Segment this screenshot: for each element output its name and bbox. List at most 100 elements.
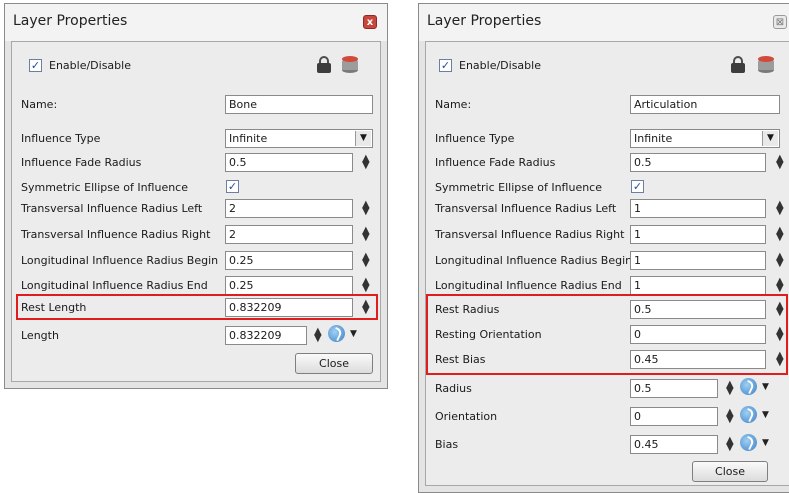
- rest-length-row: Rest Length 0.832209 ▲ ▼: [12, 298, 380, 318]
- spinner-icon[interactable]: ▲ ▼: [776, 200, 784, 217]
- field-label: Influence Type: [435, 132, 515, 145]
- function-curve-icon[interactable]: [740, 434, 757, 451]
- chevron-down-icon[interactable]: ▼: [762, 131, 778, 146]
- value-input[interactable]: 2: [225, 225, 353, 244]
- enable-disable-label: Enable/Disable: [459, 59, 541, 72]
- spinner-icon[interactable]: ▲ ▼: [362, 154, 370, 171]
- value-input[interactable]: 1: [630, 199, 766, 218]
- influence-fade-radius-row: Influence Fade Radius 0.5 ▲ ▼: [12, 153, 380, 173]
- spinner-icon[interactable]: ▲ ▼: [776, 252, 784, 269]
- spinner-icon[interactable]: ▲ ▼: [776, 351, 784, 368]
- bias-row: Bias 0.45 ▲ ▼ ▼: [426, 434, 789, 455]
- chevron-down-icon[interactable]: ▼: [762, 382, 769, 392]
- function-curve-icon[interactable]: [740, 378, 757, 395]
- close-icon[interactable]: x: [363, 15, 377, 29]
- spinner-icon[interactable]: ▲ ▼: [362, 200, 370, 217]
- transversal-right-row: Transversal Influence Radius Right 1 ▲ ▼: [426, 225, 789, 245]
- symmetric-ellipse-row: Symmetric Ellipse of Influence ✓: [12, 178, 380, 198]
- influence-type-row: Influence Type Infinite ▼: [12, 129, 380, 149]
- chevron-down-icon[interactable]: ▼: [350, 329, 357, 339]
- value-input[interactable]: 0: [630, 407, 718, 426]
- value-input[interactable]: 1: [630, 225, 766, 244]
- name-field[interactable]: Bone: [225, 95, 373, 114]
- field-label: Transversal Influence Radius Left: [435, 202, 617, 215]
- spinner-icon[interactable]: ▲ ▼: [314, 327, 322, 344]
- close-button[interactable]: Close: [692, 461, 768, 482]
- spinner-icon[interactable]: ▲ ▼: [362, 252, 370, 269]
- field-label: Transversal Influence Radius Left: [21, 202, 203, 215]
- field-label: Rest Bias: [435, 353, 486, 366]
- value-input[interactable]: 0.25: [225, 276, 353, 295]
- function-curve-icon[interactable]: [328, 325, 345, 342]
- longitudinal-end-row: Longitudinal Influence Radius End 1 ▲ ▼: [426, 276, 789, 296]
- spinner-icon[interactable]: ▲ ▼: [726, 408, 734, 425]
- radius-row: Radius 0.5 ▲ ▼ ▼: [426, 378, 789, 399]
- resting-orientation-row: Resting Orientation 0 ▲ ▼: [426, 325, 789, 345]
- chevron-down-icon[interactable]: ▼: [355, 131, 371, 146]
- field-label: Longitudinal Influence Radius End: [21, 279, 208, 292]
- spinner-icon[interactable]: ▲ ▼: [362, 299, 370, 316]
- symmetric-ellipse-checkbox[interactable]: ✓: [631, 180, 644, 193]
- window-title: Layer Properties: [13, 13, 128, 29]
- dropdown-value: Infinite: [229, 132, 268, 145]
- influence-fade-radius-row: Influence Fade Radius 0.5 ▲ ▼: [426, 153, 789, 173]
- value-input[interactable]: 1: [630, 276, 766, 295]
- function-curve-icon[interactable]: [740, 406, 757, 423]
- rest-bias-row: Rest Bias 0.45 ▲ ▼: [426, 350, 789, 370]
- value-input[interactable]: 0.832209: [225, 298, 353, 317]
- spinner-icon[interactable]: ▲ ▼: [776, 277, 784, 294]
- enable-disable-label: Enable/Disable: [49, 59, 131, 72]
- value-input[interactable]: 2: [225, 199, 353, 218]
- properties-panel: ✓ Enable/Disable Name: Articulation Infl…: [425, 41, 789, 486]
- field-label: Rest Radius: [435, 303, 500, 316]
- field-label: Longitudinal Influence Radius End: [435, 279, 622, 292]
- spinner-icon[interactable]: ▲ ▼: [776, 326, 784, 343]
- layer-properties-window-articulation: Layer Properties ⊠ ✓ Enable/Disable Name…: [418, 3, 789, 493]
- value-input[interactable]: 0: [630, 325, 766, 344]
- database-icon[interactable]: [758, 56, 774, 74]
- spinner-icon[interactable]: ▲ ▼: [362, 226, 370, 243]
- influence-type-row: Influence Type Infinite ▼: [426, 129, 789, 149]
- lock-icon[interactable]: [731, 56, 745, 73]
- enable-disable-checkbox[interactable]: ✓: [29, 59, 42, 72]
- layer-properties-window-bone: Layer Properties x ✓ Enable/Disable Name…: [4, 3, 388, 389]
- value-input[interactable]: 0.5: [630, 379, 718, 398]
- chevron-down-icon[interactable]: ▼: [762, 438, 769, 448]
- chevron-down-icon[interactable]: ▼: [762, 410, 769, 420]
- spinner-icon[interactable]: ▲ ▼: [776, 154, 784, 171]
- close-button[interactable]: Close: [295, 353, 373, 374]
- transversal-right-row: Transversal Influence Radius Right 2 ▲ ▼: [12, 225, 380, 245]
- value-input[interactable]: 1: [630, 251, 766, 270]
- spinner-icon[interactable]: ▲ ▼: [776, 301, 784, 318]
- database-icon[interactable]: [342, 56, 358, 74]
- enable-disable-checkbox[interactable]: ✓: [439, 59, 452, 72]
- spinner-icon[interactable]: ▲ ▼: [726, 436, 734, 453]
- spinner-icon[interactable]: ▲ ▼: [726, 380, 734, 397]
- title-bar[interactable]: Layer Properties ⊠: [419, 4, 789, 41]
- title-bar[interactable]: Layer Properties x: [5, 4, 387, 41]
- value-input[interactable]: 0.45: [630, 350, 766, 369]
- spinner-icon[interactable]: ▲ ▼: [362, 277, 370, 294]
- value-input[interactable]: 0.5: [630, 153, 766, 172]
- field-label: Radius: [435, 382, 472, 395]
- value-input[interactable]: 0.25: [225, 251, 353, 270]
- rest-radius-row: Rest Radius 0.5 ▲ ▼: [426, 300, 789, 320]
- field-label: Transversal Influence Radius Right: [21, 228, 211, 241]
- name-field[interactable]: Articulation: [630, 95, 780, 114]
- symmetric-ellipse-row: Symmetric Ellipse of Influence ✓: [426, 178, 789, 198]
- influence-type-dropdown[interactable]: Infinite ▼: [630, 129, 780, 148]
- spinner-icon[interactable]: ▲ ▼: [776, 226, 784, 243]
- influence-type-dropdown[interactable]: Infinite ▼: [225, 129, 373, 148]
- field-label: Transversal Influence Radius Right: [435, 228, 625, 241]
- field-label: Rest Length: [21, 301, 87, 314]
- field-label: Influence Fade Radius: [21, 156, 142, 169]
- value-input[interactable]: 0.45: [630, 435, 718, 454]
- lock-icon[interactable]: [317, 56, 331, 73]
- value-input[interactable]: 0.5: [630, 300, 766, 319]
- value-input[interactable]: 0.832209: [225, 326, 307, 345]
- field-label: Influence Type: [21, 132, 101, 145]
- field-label: Resting Orientation: [435, 328, 542, 341]
- symmetric-ellipse-checkbox[interactable]: ✓: [226, 180, 239, 193]
- close-icon[interactable]: ⊠: [773, 15, 787, 29]
- value-input[interactable]: 0.5: [225, 153, 353, 172]
